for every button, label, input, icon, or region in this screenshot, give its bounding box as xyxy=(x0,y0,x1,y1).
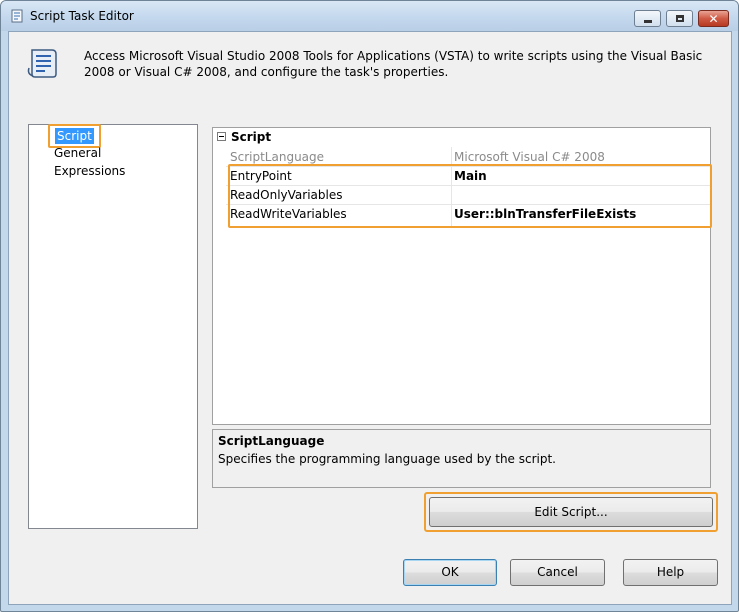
maximize-icon xyxy=(675,15,684,22)
collapse-icon[interactable] xyxy=(217,132,226,141)
dialog-description: Access Microsoft Visual Studio 2008 Tool… xyxy=(84,49,703,79)
description-text: Specifies the programming language used … xyxy=(218,452,556,466)
navigation-pane: Script General Expressions xyxy=(28,124,198,529)
nav-item-general[interactable]: General xyxy=(54,145,101,161)
cancel-button[interactable]: Cancel xyxy=(510,559,605,586)
script-task-editor-window: Script Task Editor ✕ Access Microsoft Vi… xyxy=(0,0,739,612)
script-scroll-icon xyxy=(27,49,57,78)
close-button[interactable]: ✕ xyxy=(698,10,729,27)
property-name: ScriptLanguage xyxy=(230,150,325,164)
description-panel: ScriptLanguage Specifies the programming… xyxy=(212,429,711,488)
close-icon: ✕ xyxy=(708,11,719,26)
property-grid: Script ScriptLanguage Microsoft Visual C… xyxy=(212,127,712,425)
help-button[interactable]: Help xyxy=(623,559,718,586)
window-title: Script Task Editor xyxy=(30,9,134,23)
nav-item-expressions[interactable]: Expressions xyxy=(54,163,125,179)
ok-button[interactable]: OK xyxy=(403,559,497,586)
minimize-icon xyxy=(643,19,652,23)
minimize-button[interactable] xyxy=(634,10,661,27)
property-value: Microsoft Visual C# 2008 xyxy=(454,150,605,164)
maximize-button[interactable] xyxy=(666,10,693,27)
nav-item-script[interactable]: Script xyxy=(55,128,94,144)
dialog-client-area: Access Microsoft Visual Studio 2008 Tool… xyxy=(8,31,732,605)
script-task-icon xyxy=(11,9,23,23)
category-script[interactable]: Script xyxy=(213,128,710,147)
highlight-frame xyxy=(228,164,712,228)
category-label: Script xyxy=(231,130,272,144)
description-title: ScriptLanguage xyxy=(218,434,325,448)
title-bar[interactable]: Script Task Editor ✕ xyxy=(1,1,738,31)
edit-script-button[interactable]: Edit Script... xyxy=(429,497,713,527)
